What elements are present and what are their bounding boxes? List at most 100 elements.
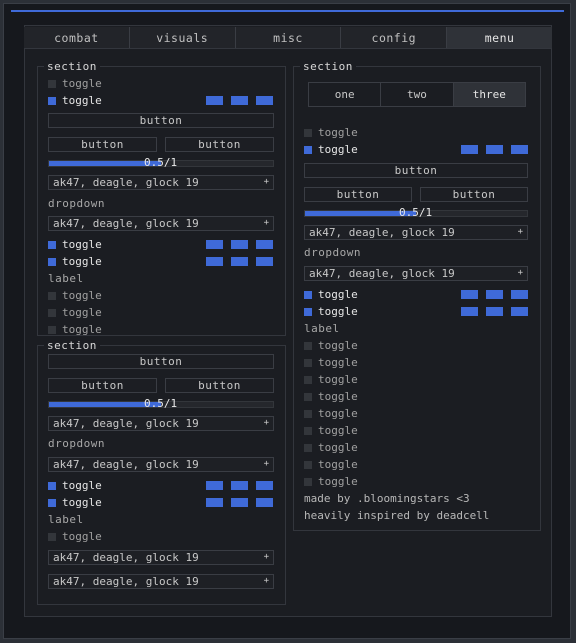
- toggle-row[interactable]: toggle: [304, 143, 528, 159]
- color-swatch[interactable]: [231, 498, 248, 507]
- color-swatch[interactable]: [511, 145, 528, 154]
- toggle-row[interactable]: toggle: [304, 441, 528, 457]
- toggle-row[interactable]: toggle: [304, 390, 528, 406]
- segment-two[interactable]: two: [381, 83, 454, 106]
- checkbox[interactable]: [48, 80, 56, 88]
- color-swatch[interactable]: [206, 498, 223, 507]
- checkbox[interactable]: [48, 533, 56, 541]
- color-swatch[interactable]: [256, 498, 273, 507]
- slider[interactable]: 0.5/1: [48, 156, 274, 169]
- color-swatch[interactable]: [206, 240, 223, 249]
- color-swatch[interactable]: [206, 481, 223, 490]
- tab-misc[interactable]: misc: [236, 27, 342, 48]
- button-right[interactable]: button: [420, 187, 528, 202]
- dropdown-select[interactable]: ak47, deagle, glock 19 +: [48, 216, 274, 231]
- color-swatch[interactable]: [256, 240, 273, 249]
- wide-button[interactable]: button: [304, 163, 528, 178]
- button-left[interactable]: button: [48, 137, 157, 152]
- dropdown-select[interactable]: ak47, deagle, glock 19 +: [304, 225, 528, 240]
- checkbox[interactable]: [48, 258, 56, 266]
- color-swatch[interactable]: [206, 96, 223, 105]
- toggle-row[interactable]: toggle: [304, 475, 528, 491]
- toggle-row[interactable]: toggle: [304, 339, 528, 355]
- dropdown-select[interactable]: ak47, deagle, glock 19 +: [304, 266, 528, 281]
- button-right[interactable]: button: [165, 137, 274, 152]
- segment-one[interactable]: one: [309, 83, 382, 106]
- checkbox[interactable]: [304, 410, 312, 418]
- segment-three[interactable]: three: [453, 83, 525, 106]
- checkbox[interactable]: [48, 241, 56, 249]
- color-swatch[interactable]: [461, 307, 478, 316]
- color-swatch[interactable]: [231, 481, 248, 490]
- checkbox[interactable]: [48, 499, 56, 507]
- tab-menu[interactable]: menu: [447, 27, 552, 48]
- color-swatch[interactable]: [256, 481, 273, 490]
- toggle-row[interactable]: toggle: [304, 288, 528, 304]
- toggle-row[interactable]: toggle: [304, 407, 528, 423]
- checkbox[interactable]: [304, 308, 312, 316]
- wide-button[interactable]: button: [48, 113, 274, 128]
- color-swatch[interactable]: [206, 257, 223, 266]
- checkbox[interactable]: [304, 427, 312, 435]
- toggle-row[interactable]: toggle: [304, 126, 528, 142]
- dropdown-select[interactable]: ak47, deagle, glock 19 +: [48, 175, 274, 190]
- toggle-row[interactable]: toggle: [48, 496, 273, 512]
- wide-button[interactable]: button: [48, 354, 274, 369]
- button-left[interactable]: button: [304, 187, 412, 202]
- checkbox[interactable]: [304, 359, 312, 367]
- toggle-row[interactable]: toggle: [304, 373, 528, 389]
- checkbox[interactable]: [48, 326, 56, 334]
- checkbox[interactable]: [48, 482, 56, 490]
- toggle-row[interactable]: toggle: [304, 305, 528, 321]
- toggle-row[interactable]: toggle: [48, 323, 273, 335]
- color-swatch[interactable]: [486, 290, 503, 299]
- checkbox[interactable]: [304, 129, 312, 137]
- toggle-row[interactable]: toggle: [48, 479, 273, 495]
- dropdown-select[interactable]: ak47, deagle, glock 19 +: [48, 416, 274, 431]
- toggle-row[interactable]: toggle: [48, 255, 273, 271]
- toggle-row[interactable]: toggle: [48, 77, 273, 93]
- dropdown-select[interactable]: ak47, deagle, glock 19 +: [48, 457, 274, 472]
- checkbox[interactable]: [304, 444, 312, 452]
- checkbox[interactable]: [304, 478, 312, 486]
- color-swatch[interactable]: [486, 307, 503, 316]
- toggle-row[interactable]: toggle: [304, 356, 528, 372]
- checkbox[interactable]: [304, 376, 312, 384]
- toggle-row[interactable]: toggle: [48, 94, 273, 110]
- checkbox[interactable]: [304, 461, 312, 469]
- tab-config[interactable]: config: [341, 27, 448, 48]
- select-value: ak47, deagle, glock 19: [53, 458, 199, 471]
- toggle-row[interactable]: toggle: [48, 306, 273, 322]
- color-swatch[interactable]: [231, 240, 248, 249]
- checkbox[interactable]: [48, 97, 56, 105]
- toggle-row[interactable]: toggle: [48, 289, 273, 305]
- color-swatch[interactable]: [231, 257, 248, 266]
- color-swatch[interactable]: [461, 145, 478, 154]
- tab-combat[interactable]: combat: [24, 27, 130, 48]
- slider[interactable]: 0.5/1: [304, 206, 528, 219]
- toggle-row[interactable]: toggle: [48, 530, 273, 546]
- button-left[interactable]: button: [48, 378, 157, 393]
- dropdown-select[interactable]: ak47, deagle, glock 19 +: [48, 550, 274, 565]
- checkbox[interactable]: [304, 342, 312, 350]
- color-swatch[interactable]: [511, 290, 528, 299]
- checkbox[interactable]: [304, 146, 312, 154]
- toggle-label: toggle: [318, 475, 358, 488]
- toggle-row[interactable]: toggle: [48, 238, 273, 254]
- color-swatch[interactable]: [256, 257, 273, 266]
- checkbox[interactable]: [48, 292, 56, 300]
- checkbox[interactable]: [304, 393, 312, 401]
- color-swatch[interactable]: [231, 96, 248, 105]
- toggle-row[interactable]: toggle: [304, 458, 528, 474]
- color-swatch[interactable]: [486, 145, 503, 154]
- checkbox[interactable]: [48, 309, 56, 317]
- color-swatch[interactable]: [461, 290, 478, 299]
- tab-visuals[interactable]: visuals: [130, 27, 236, 48]
- color-swatch[interactable]: [511, 307, 528, 316]
- dropdown-select[interactable]: ak47, deagle, glock 19 +: [48, 574, 274, 589]
- slider[interactable]: 0.5/1: [48, 397, 274, 410]
- button-right[interactable]: button: [165, 378, 274, 393]
- toggle-row[interactable]: toggle: [304, 424, 528, 440]
- checkbox[interactable]: [304, 291, 312, 299]
- color-swatch[interactable]: [256, 96, 273, 105]
